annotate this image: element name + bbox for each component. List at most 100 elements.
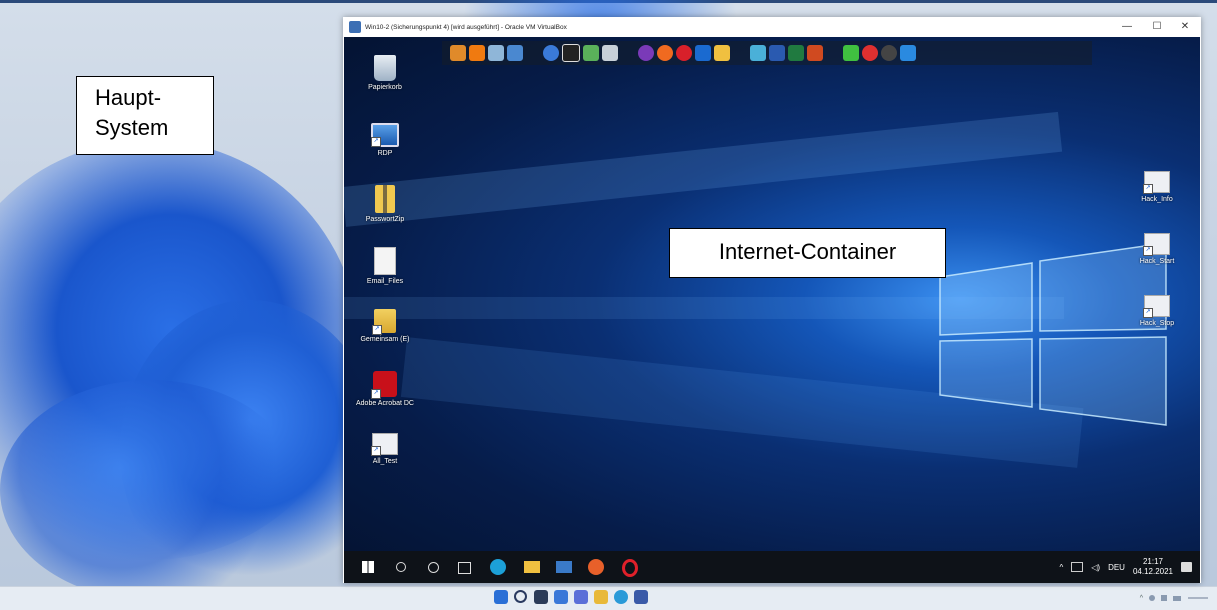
virtualbox-window[interactable]: Win10-2 (Sicherungspunkt 4) [wird ausgef… <box>343 17 1201 583</box>
cortana-icon[interactable] <box>428 562 439 573</box>
desktop-icon-label: RDP <box>377 150 393 157</box>
toolbar-separator <box>733 45 747 61</box>
toolbar-separator <box>526 45 540 61</box>
stop-icon[interactable] <box>862 45 878 61</box>
shortcut-arrow-icon: ↗ <box>1143 184 1153 194</box>
word-icon[interactable] <box>769 45 785 61</box>
maximize-button[interactable]: ☐ <box>1143 19 1171 35</box>
clock-time: 21:17 <box>1142 557 1163 566</box>
desktop-icon-rdp[interactable]: ↗ RDP <box>348 123 422 157</box>
excel-icon[interactable] <box>788 45 804 61</box>
media-icon[interactable] <box>556 561 572 573</box>
tor-browser-icon[interactable] <box>638 45 654 61</box>
task-view-icon[interactable] <box>534 590 548 604</box>
browser-icon[interactable] <box>543 45 559 61</box>
desktop-icon-all-test[interactable]: ↗ All_Test <box>348 433 422 465</box>
volume-icon[interactable]: ◁) <box>1091 563 1100 572</box>
store-icon[interactable] <box>634 590 648 604</box>
desktop-icon-email-files[interactable]: Email_Files <box>348 247 422 285</box>
window-title: Win10-2 (Sicherungspunkt 4) [wird ausgef… <box>365 23 567 31</box>
language-indicator[interactable]: DEU <box>1108 563 1125 572</box>
desktop-icon-label: Papierkorb <box>368 84 402 91</box>
volume-icon[interactable] <box>1161 595 1167 601</box>
file-explorer-icon[interactable] <box>524 561 540 573</box>
desktop-icon-hack-stop[interactable]: ↗ Hack_Stop <box>1120 295 1194 327</box>
search-icon[interactable] <box>396 562 406 572</box>
wallpaper-bloom <box>0 380 300 600</box>
virtualbox-icon <box>349 21 361 33</box>
utility-icon[interactable] <box>488 45 504 61</box>
guest-clock[interactable]: 21:17 04.12.2021 <box>1133 557 1173 577</box>
desktop-icon-label: Adobe Acrobat DC <box>356 400 414 407</box>
desktop-icon-label: Gemeinsam (E) <box>360 336 410 343</box>
search-icon[interactable] <box>514 590 527 603</box>
folder-icon[interactable] <box>714 45 730 61</box>
opera-icon[interactable] <box>622 559 638 577</box>
opera-icon[interactable] <box>676 45 692 61</box>
desktop-icon-passwortzip[interactable]: PasswortZip <box>348 185 422 223</box>
desktop-icon-label: Email_Files <box>366 278 404 285</box>
desktop-icon-hack-start[interactable]: ↗ Hack_Start <box>1120 233 1194 265</box>
guest-desktop[interactable]: Papierkorb ↗ RDP PasswortZip Email_Files… <box>344 37 1200 583</box>
desktop-icon-recycle-bin[interactable]: Papierkorb <box>348 55 422 91</box>
task-view-icon[interactable] <box>458 562 471 574</box>
utility-icon[interactable] <box>507 45 523 61</box>
internet-container-label: Internet-Container <box>669 228 946 278</box>
edge-icon[interactable] <box>490 559 506 575</box>
outlook-icon[interactable] <box>695 45 711 61</box>
shortcut-arrow-icon: ↗ <box>1143 246 1153 256</box>
network-tool-icon[interactable] <box>583 45 599 61</box>
host-system-label: Haupt- System <box>76 76 214 155</box>
notes-icon[interactable] <box>750 45 766 61</box>
windows-logo <box>939 242 1167 426</box>
network-icon[interactable] <box>1149 595 1155 601</box>
desktop-icon-acrobat[interactable]: ↗ Adobe Acrobat DC <box>348 371 422 407</box>
light-beam <box>344 111 1063 227</box>
document-icon <box>374 247 396 275</box>
eye-icon[interactable] <box>881 45 897 61</box>
zip-folder-icon <box>375 185 395 213</box>
toolbar-separator <box>826 45 840 61</box>
desktop-icon-label: All_Test <box>372 458 398 465</box>
shortcut-arrow-icon: ↗ <box>372 325 382 335</box>
desktop-icon-gemeinsam[interactable]: ↗ Gemeinsam (E) <box>348 309 422 343</box>
minimize-button[interactable]: — <box>1113 19 1141 35</box>
host-taskbar <box>0 586 1217 610</box>
desktop-icon-hack-info[interactable]: ↗ Hack_Info <box>1120 171 1194 203</box>
7zip-icon[interactable] <box>562 44 580 62</box>
file-explorer-icon[interactable] <box>594 590 608 604</box>
battery-icon[interactable] <box>1173 595 1181 601</box>
network-icon[interactable] <box>1071 562 1084 572</box>
notification-icon[interactable] <box>1181 562 1192 572</box>
host-clock[interactable] <box>1187 592 1209 604</box>
recycle-bin-icon <box>374 55 396 81</box>
close-button[interactable]: ✕ <box>1171 19 1199 35</box>
shortcut-arrow-icon: ↗ <box>371 137 381 147</box>
vbox-titlebar[interactable]: Win10-2 (Sicherungspunkt 4) [wird ausgef… <box>343 17 1201 37</box>
utility-icon[interactable] <box>602 45 618 61</box>
firefox-icon[interactable] <box>588 559 604 575</box>
edge-icon[interactable] <box>614 590 628 604</box>
chevron-up-icon[interactable]: ^ <box>1140 595 1143 602</box>
powerpoint-icon[interactable] <box>807 45 823 61</box>
toolbar-separator <box>621 45 635 61</box>
firefox-icon[interactable] <box>657 45 673 61</box>
media-player-icon[interactable] <box>450 45 466 61</box>
host-system-tray: ^ <box>1140 588 1209 608</box>
script-icon: ↗ <box>1143 171 1170 194</box>
vlc-icon[interactable] <box>469 45 485 61</box>
app-icon[interactable] <box>900 45 916 61</box>
widgets-icon[interactable] <box>554 590 568 604</box>
start-icon[interactable] <box>362 561 374 573</box>
desktop-icon-label: Hack_Stop <box>1139 320 1175 327</box>
shortcut-arrow-icon: ↗ <box>1143 308 1153 318</box>
chat-icon[interactable] <box>574 590 588 604</box>
script-icon: ↗ <box>371 433 398 456</box>
shortcut-arrow-icon: ↗ <box>371 389 381 399</box>
start-icon[interactable] <box>494 590 508 604</box>
remote-desktop-icon: ↗ <box>371 123 399 147</box>
battery-tool-icon[interactable] <box>843 45 859 61</box>
chevron-up-icon[interactable]: ^ <box>1059 563 1063 572</box>
guest-taskbar: ^ ◁) DEU 21:17 04.12.2021 <box>344 551 1200 583</box>
shared-drive-icon: ↗ <box>372 309 396 335</box>
